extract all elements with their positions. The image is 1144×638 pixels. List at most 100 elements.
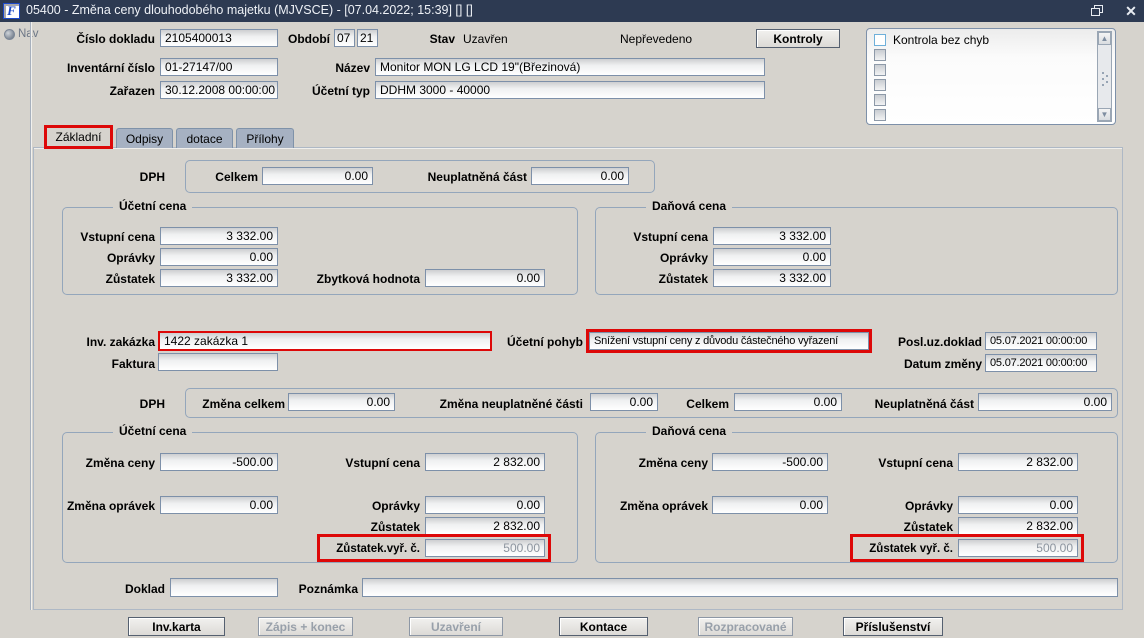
inv-karta-button[interactable]: Inv.karta <box>128 617 225 636</box>
inv-order-field[interactable]: 1422 zakázka 1 <box>158 331 492 351</box>
app-logo-icon: F <box>3 3 20 19</box>
last-closed-doc-field[interactable]: 05.07.2021 00:00:00 <box>985 332 1097 350</box>
zapis-konec-button: Zápis + konec <box>258 617 353 636</box>
residual-value-label: Zbytková hodnota <box>316 272 420 286</box>
book-price-change-field[interactable]: -500.00 <box>160 453 278 471</box>
vat-change-unapplied-field[interactable]: 0.00 <box>590 393 658 411</box>
vat-section-label: DPH <box>139 170 165 184</box>
book-entry-price-field[interactable]: 3 332.00 <box>160 227 278 245</box>
change-date-field[interactable]: 05.07.2021 00:00:00 <box>985 354 1097 372</box>
close-button[interactable]: ✕ <box>1122 3 1140 19</box>
doc-number-field[interactable]: 2105400013 <box>160 29 278 47</box>
book-depr-change-field[interactable]: 0.00 <box>160 496 278 514</box>
period-year-field[interactable]: 21 <box>357 29 378 47</box>
included-date-field[interactable]: 30.12.2008 00:00:00 <box>160 81 278 99</box>
vat2-total-field[interactable]: 0.00 <box>734 393 842 411</box>
tax-entry-price-field[interactable]: 3 332.00 <box>713 227 831 245</box>
checkbox-kontrola-bez-chyb[interactable] <box>874 34 886 46</box>
book-price-change-title: Účetní cena <box>113 424 193 438</box>
tax2-depreciation-field[interactable]: 0.00 <box>958 496 1078 514</box>
vat2-unapplied-field[interactable]: 0.00 <box>978 393 1112 411</box>
tax-depr-change-field[interactable]: 0.00 <box>712 496 828 514</box>
scrollbar-up-icon[interactable]: ▲ <box>1098 32 1111 45</box>
tax-depr-change-label: Změna oprávek <box>619 499 708 513</box>
transfer-status: Nepřevedeno <box>620 32 693 46</box>
period-month-field[interactable]: 07 <box>334 29 355 47</box>
vat2-total-label: Celkem <box>686 397 729 411</box>
vat-change-section-label: DPH <box>139 397 165 411</box>
state-label: Stav <box>429 32 455 46</box>
note-field[interactable] <box>362 578 1118 597</box>
vat-unapplied-field[interactable]: 0.00 <box>531 167 629 185</box>
vat-change-unapplied-label: Změna neuplatněné části <box>439 397 583 411</box>
prislusenstvi-button[interactable]: Příslušenství <box>843 617 943 636</box>
invoice-label: Faktura <box>111 357 155 371</box>
vat-total-field[interactable]: 0.00 <box>262 167 373 185</box>
kontace-button[interactable]: Kontace <box>559 617 648 636</box>
check-list-scrollbar[interactable]: ▲ ▼ <box>1097 31 1112 122</box>
tab-zakladni[interactable]: Základní <box>44 125 113 149</box>
tab-dotace[interactable]: dotace <box>176 128 233 148</box>
book2-entry-price-label: Vstupní cena <box>345 456 420 470</box>
document-label: Doklad <box>124 582 165 596</box>
tax2-remainder-field[interactable]: 2 832.00 <box>958 517 1078 535</box>
document-field[interactable] <box>170 578 278 597</box>
scrollbar-grip[interactable] <box>1102 72 1104 74</box>
change-date-label: Datum změny <box>903 357 982 371</box>
book2-entry-price-field[interactable]: 2 832.00 <box>425 453 545 471</box>
note-label: Poznámka <box>298 582 358 596</box>
account-type-label: Účetní typ <box>311 84 370 98</box>
book-depreciation-label: Oprávky <box>106 251 155 265</box>
scrollbar-down-icon[interactable]: ▼ <box>1098 108 1111 121</box>
tax-remainder-label: Zůstatek <box>658 272 708 286</box>
book-price-change-label: Změna ceny <box>85 456 155 470</box>
vat-change-total-field[interactable]: 0.00 <box>288 393 395 411</box>
tax-price-change-title: Daňová cena <box>646 424 733 438</box>
checkbox[interactable] <box>874 49 886 61</box>
tax2-entry-price-field[interactable]: 2 832.00 <box>958 453 1078 471</box>
account-movement-field[interactable]: Snížení vstupní ceny z důvodu částečného… <box>589 332 869 350</box>
tab-prilohy[interactable]: Přílohy <box>236 128 294 148</box>
checkbox[interactable] <box>874 109 886 121</box>
tax-remainder-field[interactable]: 3 332.00 <box>713 269 831 287</box>
tax-disposal-remainder-label: Zůstatek vyř. č. <box>869 543 953 555</box>
book-depr-change-label: Změna oprávek <box>66 499 155 513</box>
tax-price-change-field[interactable]: -500.00 <box>712 453 828 471</box>
inventory-number-field[interactable]: 01-27147/00 <box>160 58 278 76</box>
asset-name-label: Název <box>335 61 370 75</box>
rozpracovane-button: Rozpracované <box>698 617 793 636</box>
nav-divider <box>30 22 32 610</box>
checkbox[interactable] <box>874 94 886 106</box>
invoice-field[interactable] <box>158 353 278 371</box>
book-remainder-field[interactable]: 3 332.00 <box>160 269 278 287</box>
checkbox[interactable] <box>874 79 886 91</box>
book-remainder-label: Zůstatek <box>105 272 155 286</box>
book2-remainder-label: Zůstatek <box>370 520 420 534</box>
title-bar: F 05400 - Změna ceny dlouhodobého majetk… <box>0 0 1144 22</box>
account-type-field[interactable]: DDHM 3000 - 40000 <box>375 81 765 99</box>
tax-depreciation-field[interactable]: 0.00 <box>713 248 831 266</box>
tax-depreciation-label: Oprávky <box>659 251 708 265</box>
book-depreciation-field[interactable]: 0.00 <box>160 248 278 266</box>
doc-number-label: Číslo dokladu <box>76 32 155 46</box>
nav-radio-icon[interactable] <box>4 29 15 40</box>
book2-remainder-field[interactable]: 2 832.00 <box>425 517 545 535</box>
restore-button[interactable] <box>1090 3 1108 19</box>
tax-price-change-label: Změna ceny <box>638 456 708 470</box>
vat2-unapplied-label: Neuplatněná část <box>874 397 974 411</box>
tab-odpisy[interactable]: Odpisy <box>116 128 173 148</box>
book2-depreciation-field[interactable]: 0.00 <box>425 496 545 514</box>
checkbox[interactable] <box>874 64 886 76</box>
tax-disposal-remainder-field[interactable]: 500.00 <box>958 539 1078 557</box>
tax-entry-price-label: Vstupní cena <box>633 230 708 244</box>
vat-change-total-label: Změna celkem <box>202 397 285 411</box>
asset-name-field[interactable]: Monitor MON LG LCD 19"(Březinová) <box>375 58 765 76</box>
nav-label[interactable]: Nav <box>18 28 38 40</box>
residual-value-field[interactable]: 0.00 <box>425 269 545 287</box>
book-disposal-remainder-field[interactable]: 500.00 <box>425 539 545 557</box>
checkbox-label: Kontrola bez chyb <box>893 33 990 47</box>
kontroly-button[interactable]: Kontroly <box>756 29 840 48</box>
book2-depreciation-label: Oprávky <box>371 499 420 513</box>
account-movement-label: Účetní pohyb <box>506 335 583 349</box>
period-label: Období <box>288 32 330 46</box>
